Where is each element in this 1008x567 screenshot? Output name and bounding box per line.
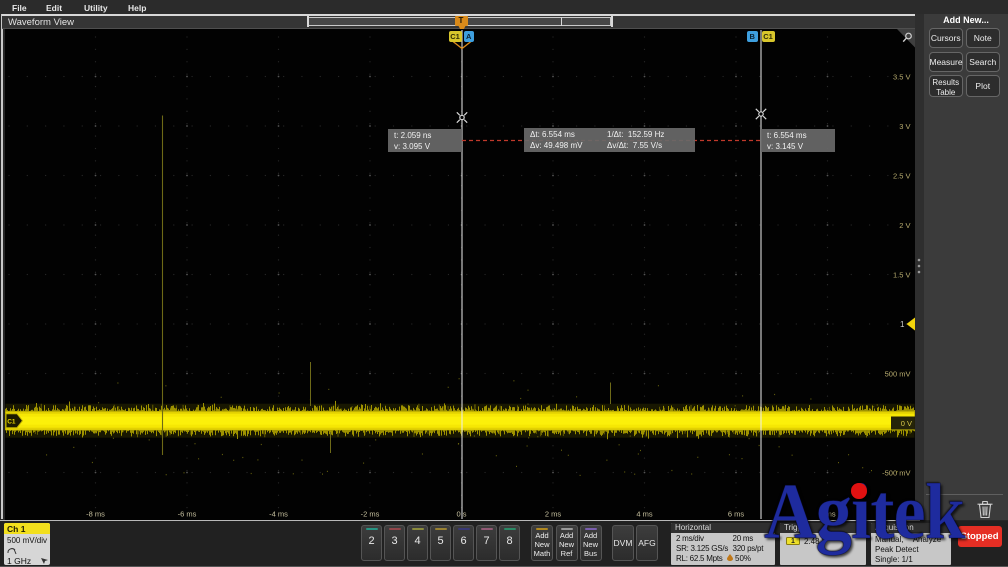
svg-text:-4 ms: -4 ms [269,510,288,519]
svg-text:4 ms: 4 ms [636,510,653,519]
svg-text:3.5 V: 3.5 V [892,72,910,81]
svg-text:2.5 V: 2.5 V [892,171,910,180]
svg-text:-2 ms: -2 ms [360,510,379,519]
svg-text:-6 ms: -6 ms [177,510,196,519]
svg-text:2 ms: 2 ms [544,510,561,519]
svg-text:500 mV: 500 mV [884,369,910,378]
svg-text:1: 1 [900,320,905,329]
svg-text:1.5 V: 1.5 V [892,270,910,279]
svg-text:2 V: 2 V [899,221,910,230]
svg-text:C1: C1 [7,419,16,426]
svg-text:0 s: 0 s [456,510,466,519]
svg-text:3 V: 3 V [899,122,910,131]
svg-text:-8 ms: -8 ms [86,510,105,519]
svg-text:6 ms: 6 ms [727,510,744,519]
svg-text:0 V: 0 V [900,419,911,428]
